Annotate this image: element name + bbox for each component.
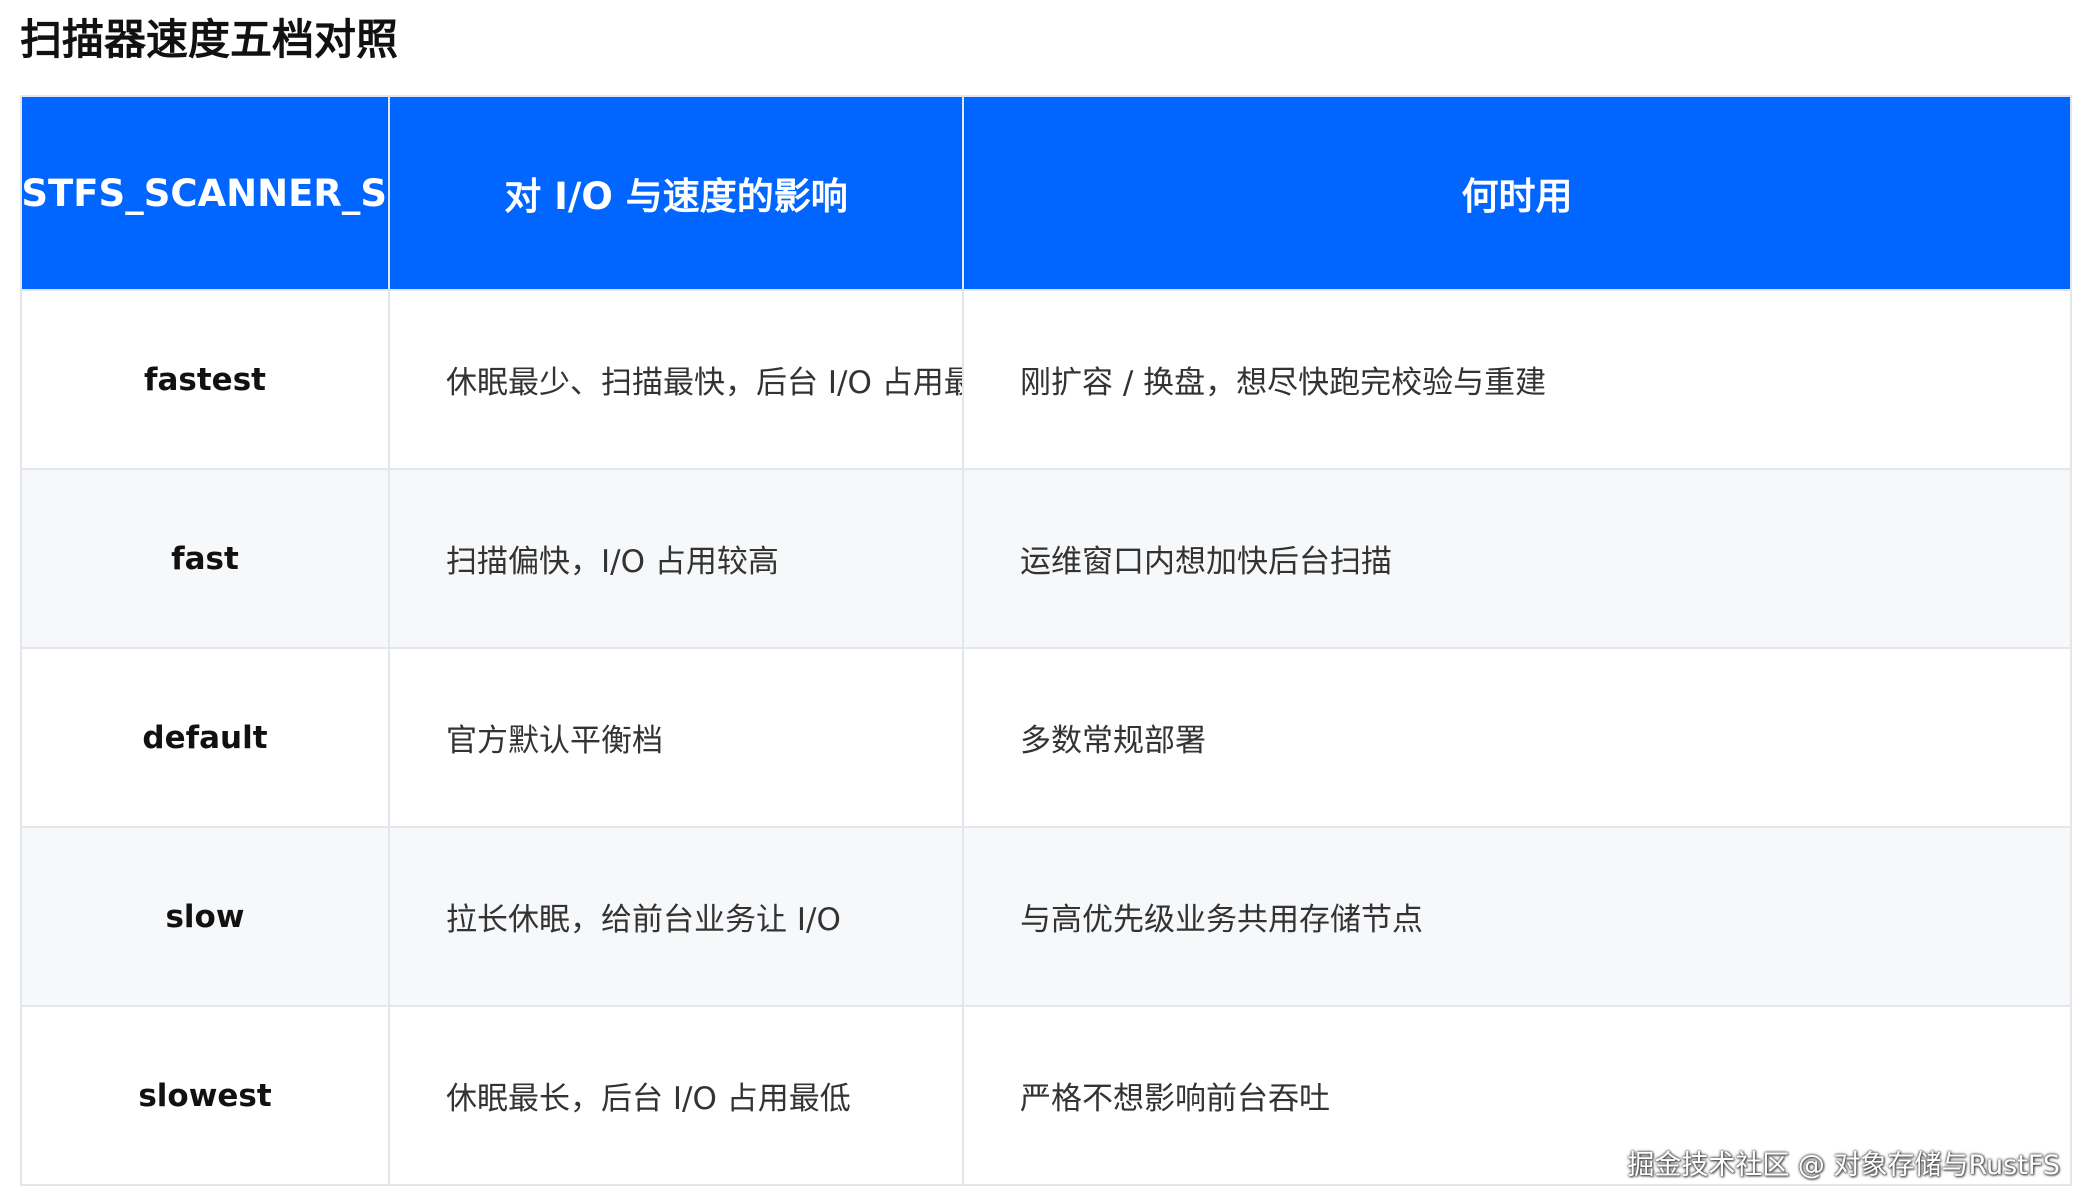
table-row: fastest 休眠最少、扫描最快，后台 I/O 占用最 刚扩容 / 换盘，想尽…	[20, 289, 2072, 470]
impact-cell: 休眠最长，后台 I/O 占用最低	[388, 1005, 964, 1186]
table-row: fast 扫描偏快，I/O 占用较高 运维窗口内想加快后台扫描	[20, 468, 2072, 649]
level-cell: fast	[20, 468, 390, 649]
header-cell-when: 何时用	[962, 95, 2072, 291]
scanner-speed-table: RUSTFS_SCANNER_S 对 I/O 与速度的影响 何时用 fastes…	[20, 95, 2072, 1186]
impact-cell: 拉长休眠，给前台业务让 I/O	[388, 826, 964, 1007]
table-row: default 官方默认平衡档 多数常规部署	[20, 647, 2072, 828]
header-row: RUSTFS_SCANNER_S 对 I/O 与速度的影响 何时用	[20, 95, 2072, 291]
table-body: fastest 休眠最少、扫描最快，后台 I/O 占用最 刚扩容 / 换盘，想尽…	[20, 289, 2072, 1186]
when-cell: 刚扩容 / 换盘，想尽快跑完校验与重建	[962, 289, 2072, 470]
when-cell: 多数常规部署	[962, 647, 2072, 828]
impact-cell: 官方默认平衡档	[388, 647, 964, 828]
when-cell: 与高优先级业务共用存储节点	[962, 826, 2072, 1007]
speed-table-container: RUSTFS_SCANNER_S 对 I/O 与速度的影响 何时用 fastes…	[20, 95, 2072, 1186]
page-title: 扫描器速度五档对照	[20, 15, 399, 64]
impact-cell: 休眠最少、扫描最快，后台 I/O 占用最	[388, 289, 964, 470]
impact-cell: 扫描偏快，I/O 占用较高	[388, 468, 964, 649]
when-cell: 运维窗口内想加快后台扫描	[962, 468, 2072, 649]
table-row: slow 拉长休眠，给前台业务让 I/O 与高优先级业务共用存储节点	[20, 826, 2072, 1007]
watermark: 掘金技术社区 @ 对象存储与RustFS	[1627, 1150, 2060, 1181]
level-cell: default	[20, 647, 390, 828]
level-cell: fastest	[20, 289, 390, 470]
header-cell-impact: 对 I/O 与速度的影响	[388, 95, 964, 291]
table-header: RUSTFS_SCANNER_S 对 I/O 与速度的影响 何时用	[20, 95, 2072, 291]
level-cell: slowest	[20, 1005, 390, 1186]
level-cell: slow	[20, 826, 390, 1007]
header-cell-level: RUSTFS_SCANNER_S	[20, 95, 390, 291]
header-level-label: RUSTFS_SCANNER_S	[21, 171, 387, 215]
